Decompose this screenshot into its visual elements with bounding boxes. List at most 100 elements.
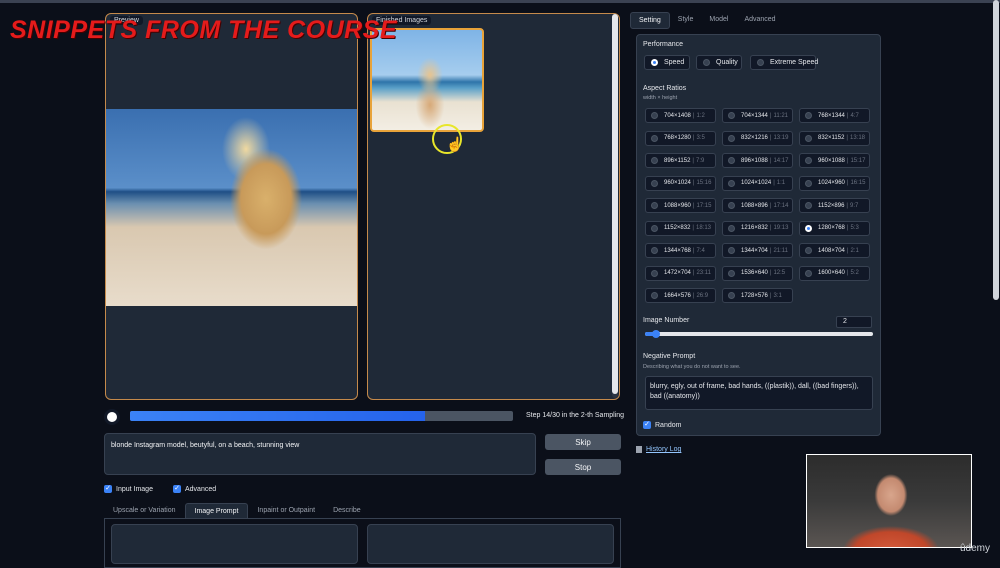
separator: | (692, 225, 694, 231)
radio-icon (728, 292, 735, 299)
aspect-ratio-size: 704×1408 (664, 112, 691, 119)
separator: | (769, 247, 772, 254)
radio-icon (805, 224, 812, 232)
radio-icon (651, 59, 658, 66)
aspect-ratio-size: 1024×1024 (741, 180, 772, 186)
aspect-ratio-option[interactable]: 1472×704 | 23:11 (645, 265, 716, 281)
gallery-scrollbar-thumb[interactable] (612, 14, 618, 394)
image-number-input[interactable]: 2 (836, 316, 872, 328)
aspect-ratio-size: 1728×576 (741, 292, 768, 299)
page-scrollbar[interactable] (993, 0, 999, 300)
image-prompt-slot[interactable] (367, 524, 614, 564)
aspect-ratio-size: 1408×704 (818, 247, 845, 254)
aspect-ratio-option[interactable]: 1152×896 | 9:7 (799, 198, 870, 213)
aspect-ratio-option[interactable]: 704×1408 | 1:2 (645, 108, 716, 123)
aspect-ratio-ratio: 19:13 (773, 225, 789, 231)
separator: | (692, 180, 695, 186)
aspect-ratio-option[interactable]: 896×1152 | 7:9 (645, 153, 716, 168)
aspect-ratio-option[interactable]: 1088×960 | 17:15 (645, 198, 716, 213)
aspect-ratio-size: 1344×768 (664, 247, 691, 254)
skip-button[interactable]: Skip (545, 434, 621, 450)
aspect-ratio-option[interactable]: 832×1152 | 13:18 (799, 130, 870, 146)
aspect-ratio-size: 832×1152 (818, 135, 845, 141)
aspect-ratio-option[interactable]: 1280×768 | 5:3 (799, 220, 870, 236)
radio-icon (805, 247, 812, 254)
aspect-ratio-option[interactable]: 704×1344 | 11:21 (722, 108, 793, 123)
aspect-ratio-size: 768×1280 (664, 135, 691, 141)
top-border (0, 0, 1000, 3)
gallery-scrollbar[interactable] (612, 14, 618, 398)
tab-upscale-or-variation[interactable]: Upscale or Variation (104, 503, 185, 519)
aspect-ratio-option[interactable]: 1728×576 | 3:1 (722, 288, 793, 303)
image-number-slider[interactable] (645, 332, 873, 336)
performance-option-speed[interactable]: Speed (644, 55, 690, 70)
aspect-ratio-ratio: 11:21 (773, 112, 789, 119)
stop-button[interactable]: Stop (545, 459, 621, 475)
aspect-ratio-option[interactable]: 768×1280 | 3:5 (645, 130, 716, 146)
radio-icon (728, 269, 735, 277)
tab-describe[interactable]: Describe (324, 503, 370, 519)
advanced-label: Advanced (185, 485, 217, 493)
tab-style[interactable]: Style (670, 12, 702, 29)
aspect-ratio-ratio: 17:15 (696, 202, 712, 209)
tab-inpaint-or-outpaint[interactable]: Inpaint or Outpaint (248, 503, 324, 519)
negative-prompt-input[interactable]: blurry, egly, out of frame, bad hands, (… (645, 376, 873, 410)
separator: | (692, 247, 695, 254)
history-log-link[interactable]: History Log (636, 446, 681, 453)
performance-option-label: Quality (716, 59, 738, 66)
tab-advanced[interactable]: Advanced (736, 12, 783, 29)
aspect-ratio-option[interactable]: 1088×896 | 17:14 (722, 198, 793, 213)
radio-icon (805, 269, 812, 277)
aspect-ratio-option[interactable]: 768×1344 | 4:7 (799, 108, 870, 123)
course-banner: SNIPPETS FROM THE COURSE (10, 16, 398, 44)
aspect-ratio-ratio: 16:15 (850, 180, 866, 186)
aspect-ratio-ratio: 26:9 (696, 292, 709, 299)
aspect-ratio-ratio: 15:16 (696, 180, 712, 186)
aspect-ratio-option[interactable]: 1152×832 | 18:13 (645, 220, 716, 236)
aspect-ratio-option[interactable]: 1216×832 | 19:13 (722, 220, 793, 236)
separator: | (846, 135, 848, 141)
advanced-checkbox[interactable]: ✓ Advanced (173, 485, 216, 493)
aspect-ratio-option[interactable]: 1024×960 | 16:15 (799, 175, 870, 191)
aspect-ratio-option[interactable]: 832×1216 | 13:19 (722, 130, 793, 146)
aspect-ratio-option[interactable]: 896×1088 | 14:17 (722, 153, 793, 168)
performance-option-quality[interactable]: Quality (696, 55, 742, 70)
aspect-ratio-option[interactable]: 1536×640 | 12:5 (722, 265, 793, 281)
aspect-ratio-option[interactable]: 1024×1024 | 1:1 (722, 175, 793, 191)
prompt-input[interactable]: blonde Instagram model, beutyful, on a b… (104, 433, 536, 475)
aspect-ratio-size: 1344×704 (741, 247, 768, 254)
aspect-ratio-option[interactable]: 1344×768 | 7:4 (645, 243, 716, 258)
document-icon (636, 446, 642, 453)
aspect-ratio-size: 1152×896 (818, 202, 845, 209)
separator: | (692, 135, 695, 141)
input-image-checkbox[interactable]: ✓ Input Image (104, 485, 153, 493)
performance-option-extreme-speed[interactable]: Extreme Speed (750, 55, 818, 70)
aspect-ratio-size: 768×1344 (818, 112, 845, 119)
random-checkbox[interactable]: ✓ Random (643, 421, 681, 429)
aspect-ratio-ratio: 5:2 (850, 270, 859, 276)
separator: | (846, 180, 849, 186)
separator: | (846, 225, 849, 231)
negative-prompt-subtitle: Describing what you do not want to see. (643, 364, 741, 370)
image-prompt-slot[interactable] (111, 524, 358, 564)
tab-image-prompt[interactable]: Image Prompt (184, 503, 249, 519)
aspect-ratio-size: 1280×768 (818, 225, 845, 231)
finished-images-gallery: Finished Images (367, 13, 620, 400)
radio-icon (651, 179, 658, 187)
separator: | (769, 135, 772, 141)
tab-setting[interactable]: Setting (630, 12, 670, 29)
progress-bar-fill (130, 411, 425, 421)
aspect-ratio-option[interactable]: 960×1024 | 15:16 (645, 175, 716, 191)
aspect-ratio-size: 1536×640 (741, 270, 768, 276)
aspect-ratio-option[interactable]: 960×1088 | 15:17 (799, 153, 870, 168)
radio-icon (805, 112, 812, 119)
aspect-ratio-option[interactable]: 1664×576 | 26:9 (645, 288, 716, 303)
aspect-ratio-size: 1472×704 (664, 270, 691, 276)
checkmark-icon: ✓ (643, 421, 651, 429)
settings-tabs: Setting Style Model Advanced (630, 12, 784, 29)
separator: | (846, 202, 848, 209)
aspect-ratio-option[interactable]: 1344×704 | 21:11 (722, 243, 793, 258)
aspect-ratio-option[interactable]: 1408×704 | 2:1 (799, 243, 870, 258)
tab-model[interactable]: Model (701, 12, 736, 29)
aspect-ratio-option[interactable]: 1600×640 | 5:2 (799, 265, 870, 281)
